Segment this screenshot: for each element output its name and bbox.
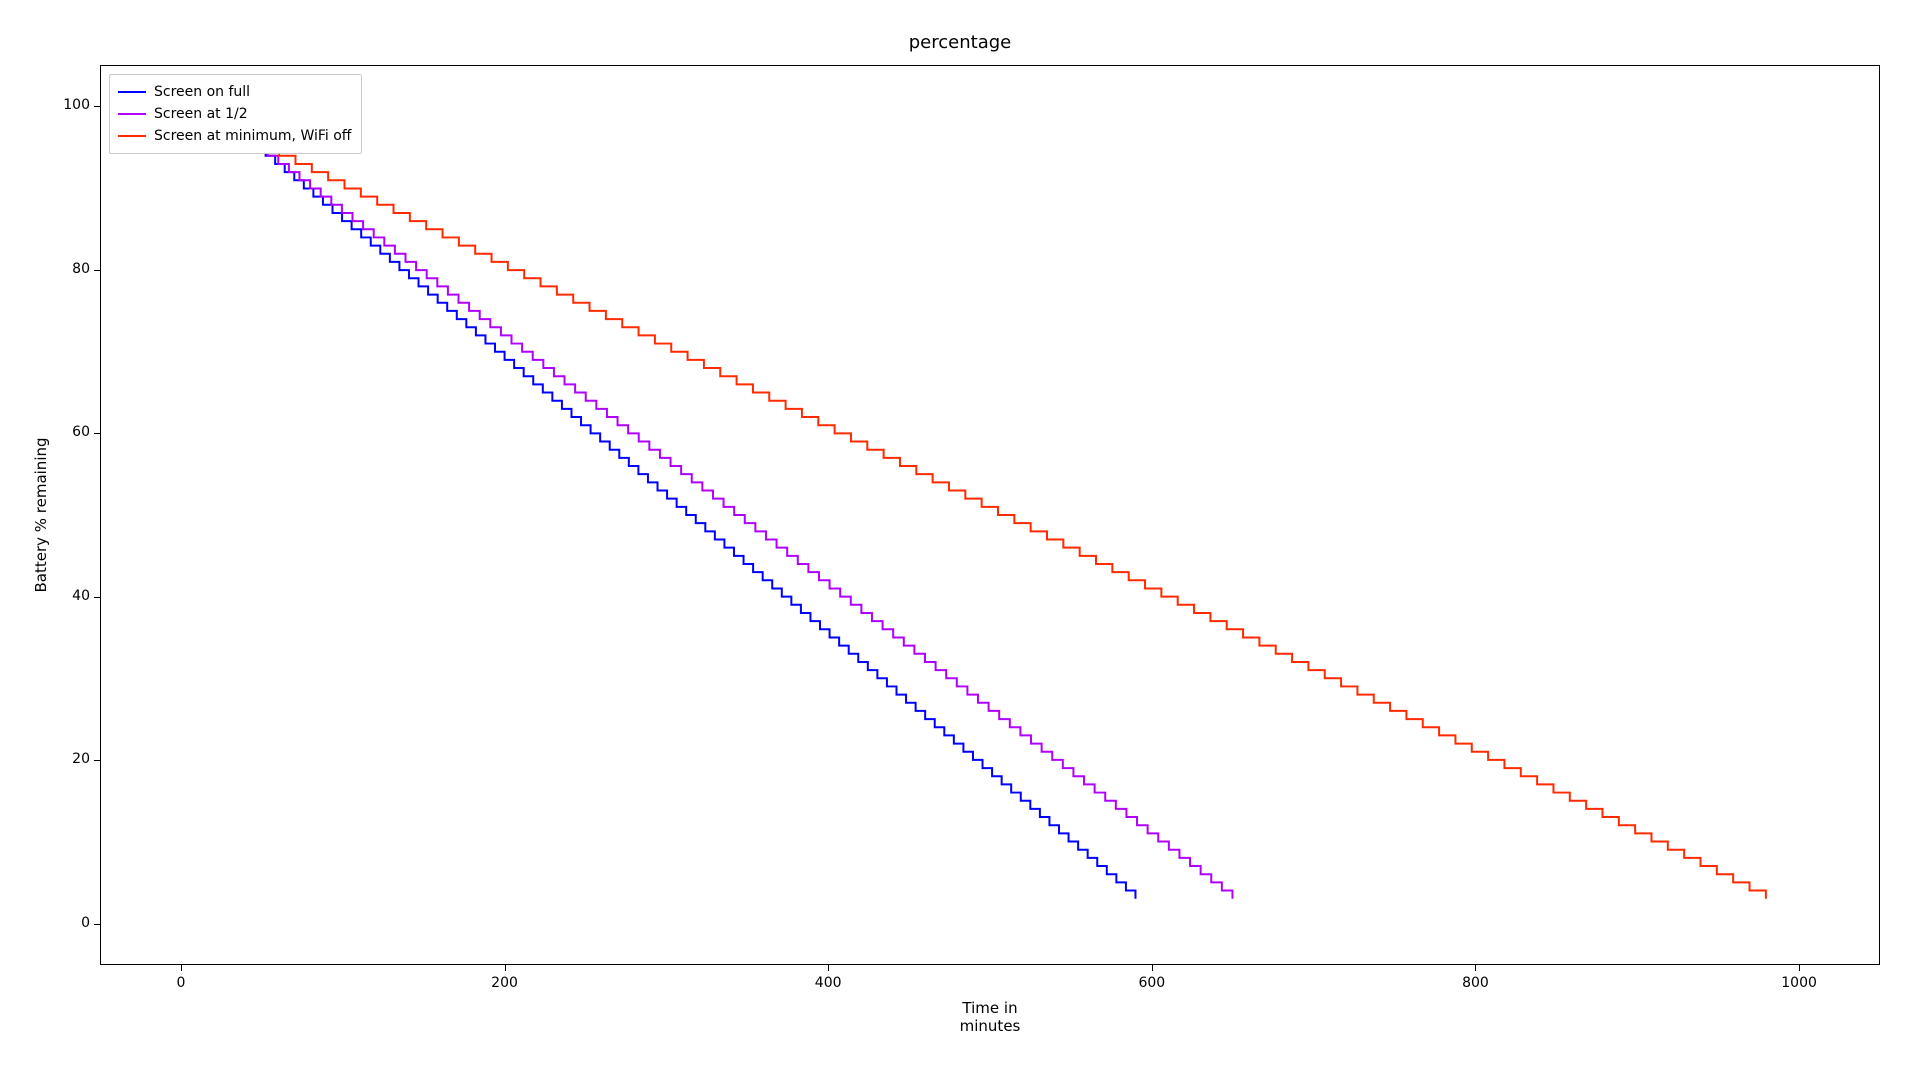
- x-tick-label: 400: [798, 975, 858, 991]
- y-tick-label: 60: [50, 424, 90, 440]
- y-tick-mark: [94, 270, 100, 271]
- legend-item-2: Screen at minimum, WiFi off: [118, 125, 351, 147]
- y-tick-label: 0: [50, 915, 90, 931]
- y-tick-label: 40: [50, 588, 90, 604]
- plot-area: Screen on full Screen at 1/2 Screen at m…: [100, 65, 1880, 965]
- figure: percentage Screen on full Screen at 1/2 …: [0, 0, 1920, 1080]
- x-tick-label: 600: [1122, 975, 1182, 991]
- chart-lines-svg: [101, 66, 1879, 964]
- legend-label-2: Screen at minimum, WiFi off: [154, 128, 351, 144]
- x-tick-mark: [1152, 965, 1153, 971]
- legend-label-0: Screen on full: [154, 84, 250, 100]
- x-tick-mark: [828, 965, 829, 971]
- x-tick-label: 0: [151, 975, 211, 991]
- legend-item-1: Screen at 1/2: [118, 103, 351, 125]
- y-tick-mark: [94, 106, 100, 107]
- legend-item-0: Screen on full: [118, 81, 351, 103]
- x-tick-label: 800: [1445, 975, 1505, 991]
- y-tick-mark: [94, 597, 100, 598]
- legend-swatch-1: [118, 113, 146, 115]
- y-tick-mark: [94, 760, 100, 761]
- legend-label-1: Screen at 1/2: [154, 106, 248, 122]
- y-tick-label: 20: [50, 751, 90, 767]
- x-axis-label: Time in minutes: [930, 999, 1050, 1035]
- y-tick-mark: [94, 924, 100, 925]
- y-tick-mark: [94, 433, 100, 434]
- y-axis-label: Battery % remaining: [32, 435, 50, 595]
- y-tick-label: 80: [50, 261, 90, 277]
- x-tick-mark: [505, 965, 506, 971]
- y-tick-label: 100: [50, 97, 90, 113]
- series-line-1: [246, 139, 1232, 898]
- legend-swatch-0: [118, 91, 146, 93]
- legend-swatch-2: [118, 135, 146, 137]
- x-tick-mark: [1799, 965, 1800, 971]
- x-tick-mark: [181, 965, 182, 971]
- x-tick-mark: [1475, 965, 1476, 971]
- series-line-0: [246, 139, 1135, 898]
- x-tick-label: 1000: [1769, 975, 1829, 991]
- chart-title: percentage: [0, 32, 1920, 53]
- x-tick-label: 200: [475, 975, 535, 991]
- legend: Screen on full Screen at 1/2 Screen at m…: [109, 74, 362, 154]
